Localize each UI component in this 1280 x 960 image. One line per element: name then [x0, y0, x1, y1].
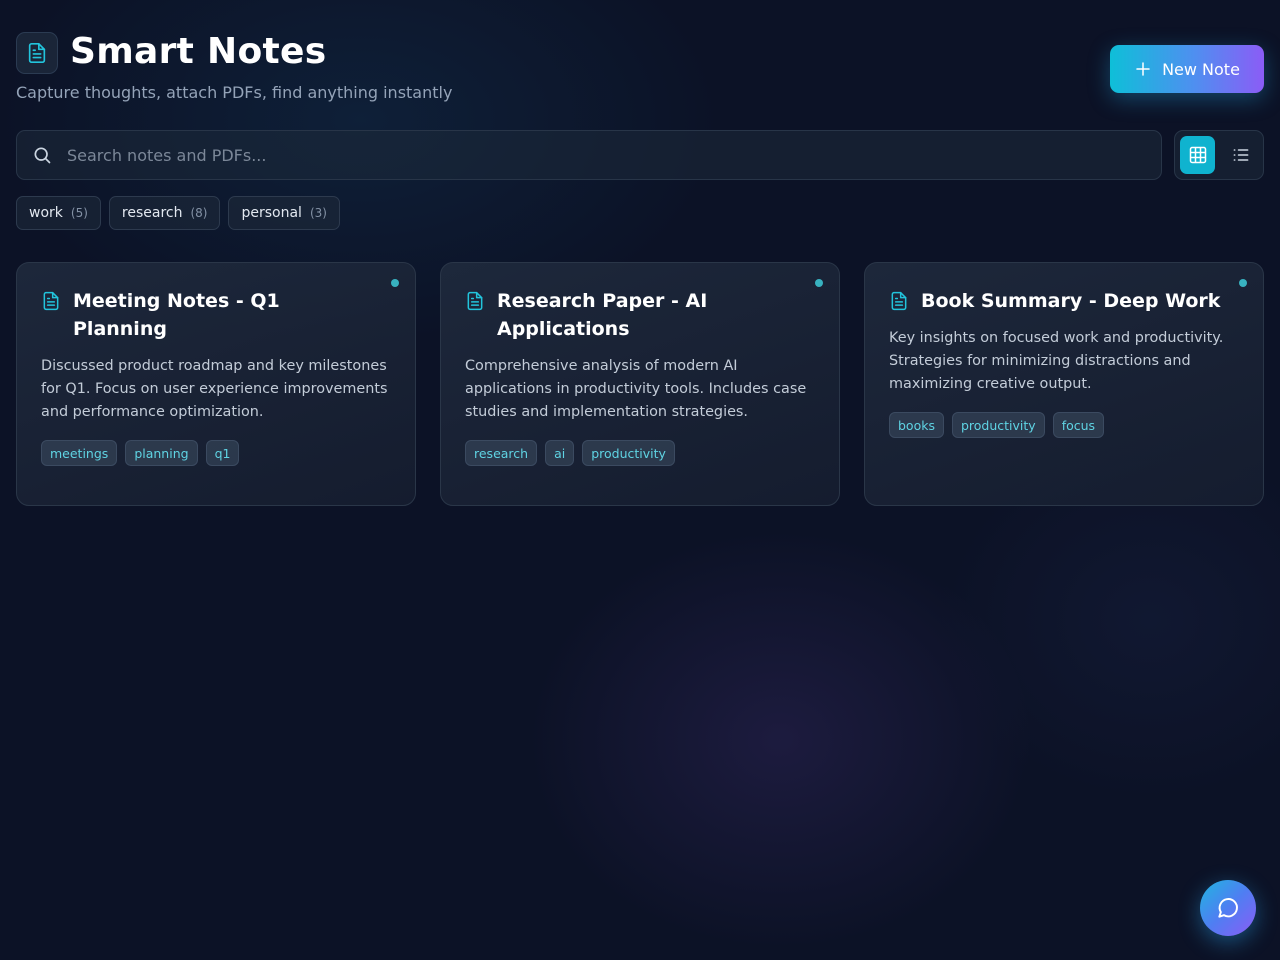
note-tags: meetings planning q1: [41, 440, 391, 466]
note-tag[interactable]: ai: [545, 440, 575, 466]
chip-label: personal: [241, 205, 302, 221]
note-tags: research ai productivity: [465, 440, 815, 466]
note-tag[interactable]: productivity: [951, 412, 1045, 438]
search-bar: [16, 130, 1162, 180]
app-logo-icon: [16, 32, 58, 74]
note-card[interactable]: Meeting Notes - Q1 Planning Discussed pr…: [16, 262, 416, 506]
document-icon: [465, 287, 485, 315]
note-tag[interactable]: focus: [1052, 412, 1105, 438]
chip-label: research: [121, 205, 183, 221]
note-card[interactable]: Book Summary - Deep Work Key insights on…: [864, 262, 1264, 506]
tag-filters: work (5) research (8) personal (3): [16, 196, 340, 230]
chip-label: work: [29, 205, 63, 221]
list-icon: [1231, 145, 1251, 165]
chip-count: (8): [190, 206, 208, 220]
chip-count: (3): [309, 206, 327, 220]
chat-button[interactable]: [1200, 880, 1256, 936]
status-dot: [391, 279, 399, 287]
page-subtitle: Capture thoughts, attach PDFs, find anyt…: [16, 83, 453, 102]
note-excerpt: Discussed product roadmap and key milest…: [41, 358, 388, 420]
search-icon: [17, 131, 67, 179]
new-note-button[interactable]: New Note: [1110, 45, 1264, 93]
grid-view-button[interactable]: [1180, 136, 1215, 174]
note-excerpt: Comprehensive analysis of modern AI appl…: [465, 358, 807, 420]
page-title: Smart Notes: [70, 31, 327, 72]
filter-chip-research[interactable]: research (8): [108, 196, 221, 230]
status-dot: [815, 279, 823, 287]
note-tags: books productivity focus: [889, 412, 1239, 438]
plus-icon: [1134, 60, 1152, 78]
chat-bubble-icon: [1215, 895, 1241, 921]
note-tag[interactable]: productivity: [582, 440, 675, 466]
note-card[interactable]: Research Paper - AI Applications Compreh…: [440, 262, 840, 506]
new-note-label: New Note: [1162, 59, 1240, 79]
note-title: Book Summary - Deep Work: [921, 290, 1221, 312]
chip-count: (5): [70, 206, 88, 220]
note-tag[interactable]: research: [465, 440, 538, 466]
view-toggle: [1174, 130, 1264, 180]
note-excerpt: Key insights on focused work and product…: [889, 330, 1224, 392]
search-input[interactable]: [67, 131, 1161, 179]
note-title: Research Paper - AI Applications: [497, 290, 708, 340]
filter-chip-work[interactable]: work (5): [16, 196, 101, 230]
grid-icon: [1188, 145, 1208, 165]
note-tag[interactable]: q1: [205, 440, 240, 466]
document-icon: [41, 287, 61, 315]
note-title: Meeting Notes - Q1 Planning: [73, 290, 280, 340]
note-tag[interactable]: planning: [125, 440, 198, 466]
note-tag[interactable]: books: [889, 412, 944, 438]
list-view-button[interactable]: [1223, 136, 1258, 174]
note-tag[interactable]: meetings: [41, 440, 118, 466]
filter-chip-personal[interactable]: personal (3): [228, 196, 340, 230]
notes-grid: Meeting Notes - Q1 Planning Discussed pr…: [16, 262, 1264, 506]
status-dot: [1239, 279, 1247, 287]
document-icon: [889, 287, 909, 315]
